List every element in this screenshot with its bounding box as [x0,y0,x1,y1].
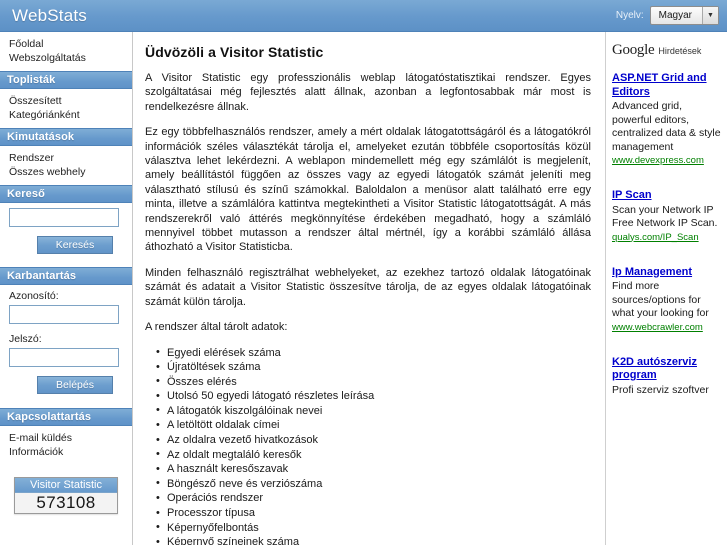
visitor-counter-title: Visitor Statistic [15,478,117,493]
list-item: Összes elérés [156,374,591,390]
list-item: A látogatók kiszolgálóinak nevei [156,403,591,419]
list-item: Az oldalra vezető hivatkozások [156,433,591,448]
sidebar-section-karbantartas-title: Karbantartás [0,267,132,285]
visitor-counter-wrap: Visitor Statistic 573108 [0,465,132,514]
list-item: A használt keresőszavak [156,462,591,477]
sidebar-section-kereso-title: Kereső [0,185,132,203]
ad-url-link[interactable]: qualys.com/IP_Scan [612,232,723,244]
list-item: Böngésző neve és verziószáma [156,476,591,492]
password-label: Jelszó: [9,333,42,345]
sidebar-item-email-kuldes[interactable]: E-mail küldés [9,431,132,445]
intro-paragraph-3: Minden felhasználó regisztrálhat webhely… [145,266,591,308]
chevron-down-icon: ▼ [702,7,718,24]
language-selector-group: Nyelv: Magyar ▼ [616,6,719,25]
login-button[interactable]: Belépés [37,376,113,394]
ad-description: Profi szerviz szoftver [612,383,709,396]
page-columns: Főoldal Webszolgáltatás Toplisták Összes… [0,32,727,545]
list-item: Operációs rendszer [156,491,591,506]
ad-description: Advanced grid, powerful editors, central… [612,100,721,153]
list-item: Az oldalt megtaláló keresők [156,447,591,463]
ad-title-link[interactable]: IP Scan [612,189,723,203]
list-item: A letöltött oldalak címei [156,418,591,433]
sidebar-section-kimutatasok-links: Rendszer Összes webhely [0,146,132,185]
sidebar-item-fooldal[interactable]: Főoldal [9,37,132,51]
stored-data-heading: A rendszer által tárolt adatok: [145,321,288,334]
list-item: Képernyő színeinek száma [156,535,591,545]
language-select[interactable]: Magyar ▼ [649,6,719,25]
list-item: Egyedi elérések száma [156,345,591,361]
search-button[interactable]: Keresés [37,236,113,254]
intro-paragraph-1: A Visitor Statistic egy professzionális … [145,72,591,113]
search-input[interactable] [9,208,119,227]
ads-header: Google Hirdetések [612,42,723,59]
ad-title-link[interactable]: Ip Management [612,266,723,280]
sidebar-section-kapcsolattartas-title: Kapcsolattartás [0,408,132,426]
sidebar-section-toplistak-title: Toplisták [0,71,132,89]
ad-title-link[interactable]: ASP.NET Grid and Editors [612,72,723,99]
intro-paragraph-2: Ez egy többfelhasználós rendszer, amely … [145,126,591,254]
language-label: Nyelv: [615,10,644,21]
list-item: Képernyőfelbontás [156,520,591,536]
list-item: Processzor típusa [156,506,591,521]
sidebar-top-links: Főoldal Webszolgáltatás [0,32,132,71]
ad-description: Scan your Network IP Free Network IP Sca… [612,203,718,230]
username-input[interactable] [9,305,119,324]
password-input[interactable] [9,348,119,367]
ad-item: K2D autószerviz program Profi szerviz sz… [612,356,723,398]
ad-description: Find more sources/options for what your … [612,280,709,319]
search-section-body: Keresés [0,203,132,267]
ads-header-label: Hirdetések [658,46,702,56]
ad-url-link[interactable]: www.webcrawler.com [612,322,723,334]
ad-item: ASP.NET Grid and Editors Advanced grid, … [612,72,723,167]
visitor-counter[interactable]: Visitor Statistic 573108 [14,477,118,514]
sidebar-section-toplistak-links: Összesített Kategóriánként [0,89,132,128]
visitor-counter-value: 573108 [15,493,117,513]
language-select-value: Magyar [658,10,692,21]
ad-url-link[interactable]: www.devexpress.com [612,155,723,167]
username-label: Azonosító: [9,290,59,302]
ad-title-link[interactable]: K2D autószerviz program [612,356,723,383]
search-button-wrap: Keresés [9,236,132,261]
login-section-body: Azonosító: Jelszó: Belépés [0,285,132,408]
list-item: Utolsó 50 egyedi látogató részletes leír… [156,389,591,404]
app-title: WebStats [12,5,87,25]
google-logo: Google [612,42,655,58]
page-root: WebStats Nyelv: Magyar ▼ Főoldal Webszol… [0,0,727,545]
sidebar-item-webszolgaltatas[interactable]: Webszolgáltatás [9,51,132,65]
sidebar-item-kategoriankent[interactable]: Kategóriánként [9,108,132,122]
ads-column: Google Hirdetések ASP.NET Grid and Edito… [605,32,727,545]
page-title: Üdvözöli a Visitor Statistic [145,44,324,60]
app-header: WebStats Nyelv: Magyar ▼ [0,0,727,32]
ad-item: IP Scan Scan your Network IP Free Networ… [612,189,723,244]
sidebar-section-kimutatasok-title: Kimutatások [0,128,132,146]
sidebar-item-osszes-webhely[interactable]: Összes webhely [9,165,132,179]
stored-data-list: Egyedi elérések száma Újratöltések száma… [145,345,591,545]
sidebar-item-osszesitett[interactable]: Összesített [9,94,132,108]
sidebar: Főoldal Webszolgáltatás Toplisták Összes… [0,32,133,545]
sidebar-section-kapcsolattartas-links: E-mail küldés Információk [0,426,132,465]
sidebar-item-informaciok[interactable]: Információk [9,445,132,459]
list-item: Újratöltések száma [156,360,591,375]
login-button-wrap: Belépés [9,376,132,402]
sidebar-item-rendszer[interactable]: Rendszer [9,151,132,165]
ad-item: Ip Management Find more sources/options … [612,266,723,334]
main-content: Üdvözöli a Visitor Statistic A Visitor S… [133,32,605,545]
